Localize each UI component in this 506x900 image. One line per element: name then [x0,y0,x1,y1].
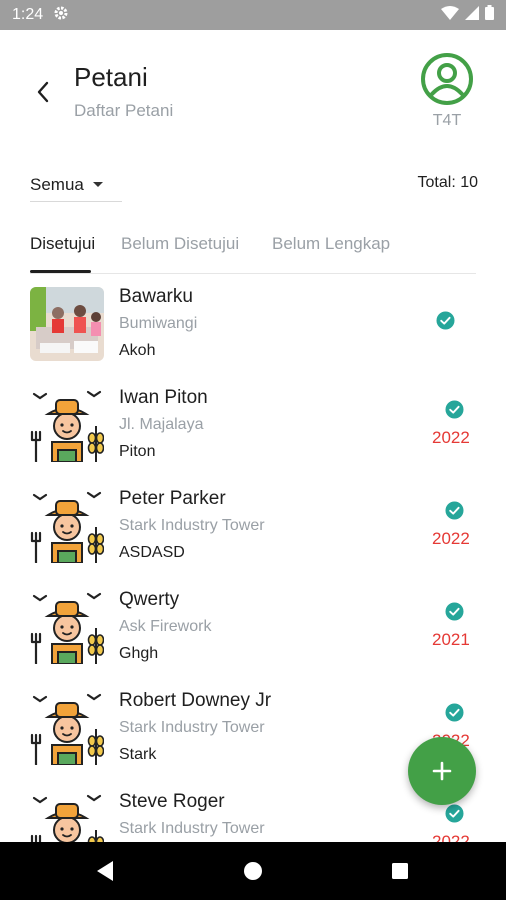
settings-icon [53,5,69,26]
farmer-icon [30,489,104,563]
check-circle-icon [436,311,455,330]
user-avatar-icon [421,53,473,105]
nav-home-button[interactable] [242,860,264,882]
tab-belum-disetujui[interactable]: Belum Disetujui [121,234,239,254]
active-tab-indicator [30,270,91,273]
page-subtitle: Daftar Petani [74,101,174,120]
battery-icon [485,5,494,25]
farmer-code: Stark [119,746,157,763]
app-header: Petani Daftar Petani T4T [0,30,506,150]
profile-button[interactable]: T4T [420,52,474,130]
nav-recents-button[interactable] [389,860,411,882]
farmer-code: Piton [119,443,156,460]
tab-belum-lengkap[interactable]: Belum Lengkap [272,234,390,254]
signal-icon [465,5,479,25]
caret-down-icon [92,182,103,187]
profile-code: T4T [432,112,462,129]
farmer-year: 2022 [432,832,470,842]
tab-disetujui[interactable]: Disetujui [30,234,95,254]
square-recents-icon [392,863,408,879]
status-filter-value: Semua [30,174,84,194]
farmer-address: Stark Industry Tower [119,719,265,736]
farmer-name: Bawarku [119,286,193,307]
status-time: 1:24 [12,6,44,23]
farmer-name: Iwan Piton [119,387,208,408]
farmer-address: Stark Industry Tower [119,517,265,534]
farmer-address: Jl. Majalaya [119,416,204,433]
status-bar: 1:24 [0,0,506,30]
farmer-code: Ghgh [119,645,159,662]
back-button[interactable] [28,77,58,107]
system-nav-bar [0,842,506,900]
list-item[interactable]: Iwan Piton Jl. Majalaya Piton 2022 [0,383,506,484]
check-circle-icon [445,703,464,722]
page-title: Petani [74,62,148,92]
farmer-icon [30,388,104,462]
farmer-photo [30,287,104,361]
check-circle-icon [445,602,464,621]
filter-row: Semua Total: 10 [30,168,478,204]
farmer-address: Bumiwangi [119,315,198,332]
check-circle-icon [445,400,464,419]
farmer-code: ASDASD [119,544,185,561]
farmer-year: 2022 [432,529,470,548]
check-circle-icon [445,501,464,520]
tab-bar: Disetujui Belum Disetujui Belum Lengkap [30,232,476,274]
farmer-year: 2021 [432,630,470,649]
triangle-back-icon [97,861,113,881]
farmer-name: Steve Roger [119,791,225,812]
plus-icon [432,761,452,781]
list-item[interactable]: Bawarku Bumiwangi Akoh [0,282,506,383]
nav-back-button[interactable] [94,860,116,882]
check-circle-icon [445,804,464,823]
farmer-icon [30,691,104,765]
list-item[interactable]: Qwerty Ask Firework Ghgh 2021 [0,585,506,686]
chevron-left-icon [37,81,49,103]
farmer-address: Stark Industry Tower [119,820,265,837]
wifi-icon [441,5,459,25]
list-item[interactable]: Peter Parker Stark Industry Tower ASDASD… [0,484,506,585]
farmer-code: Akoh [119,342,156,359]
farmer-year: 2022 [432,428,470,447]
add-farmer-button[interactable] [408,737,476,805]
farmer-icon [30,590,104,664]
total-count: Total: 10 [417,174,478,191]
farmer-address: Ask Firework [119,618,212,635]
farmer-icon [30,792,104,842]
farmer-name: Peter Parker [119,488,226,509]
status-filter-dropdown[interactable]: Semua [30,168,122,202]
circle-home-icon [244,862,262,880]
farmer-name: Qwerty [119,589,180,610]
farmer-name: Robert Downey Jr [119,690,272,711]
